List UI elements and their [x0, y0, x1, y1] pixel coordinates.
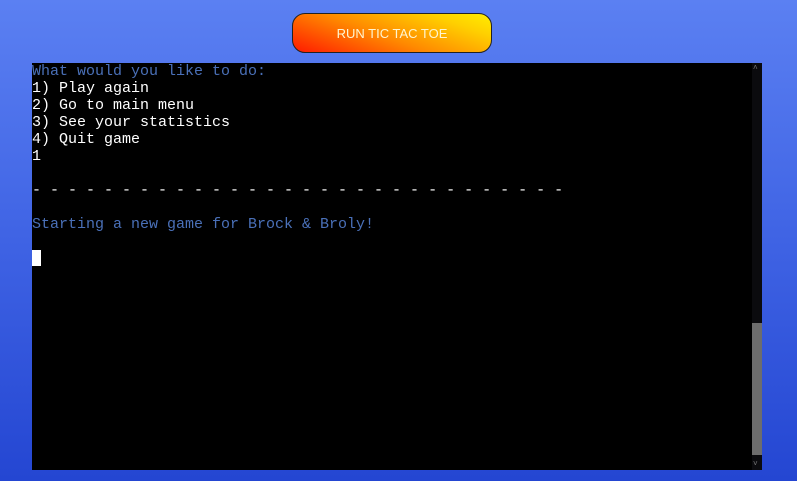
text-cursor [32, 250, 41, 266]
terminal-line: - - - - - - - - - - - - - - - - - - - - … [32, 182, 564, 199]
scrollbar[interactable]: ˄ ˅ [752, 63, 762, 470]
terminal-line: 1 [32, 148, 42, 165]
terminal-line: 1) Play again [32, 80, 150, 97]
scroll-up-icon[interactable]: ˄ [753, 64, 758, 72]
scroll-down-icon[interactable]: ˅ [753, 460, 758, 468]
terminal-line: 4) Quit game [32, 131, 141, 148]
terminal-line: What would you like to do: [32, 63, 267, 80]
terminal-line: 3) See your statistics [32, 114, 231, 131]
terminal-input-line[interactable] [32, 250, 750, 267]
terminal-line: Starting a new game for Brock & Broly! [32, 216, 375, 233]
terminal-line: 2) Go to main menu [32, 97, 195, 114]
terminal[interactable]: What would you like to do: 1) Play again… [32, 63, 762, 470]
terminal-output: What would you like to do: 1) Play again… [32, 63, 750, 267]
run-tic-tac-toe-button[interactable]: RUN TIC TAC TOE [292, 13, 492, 53]
scrollbar-thumb[interactable] [752, 323, 762, 455]
